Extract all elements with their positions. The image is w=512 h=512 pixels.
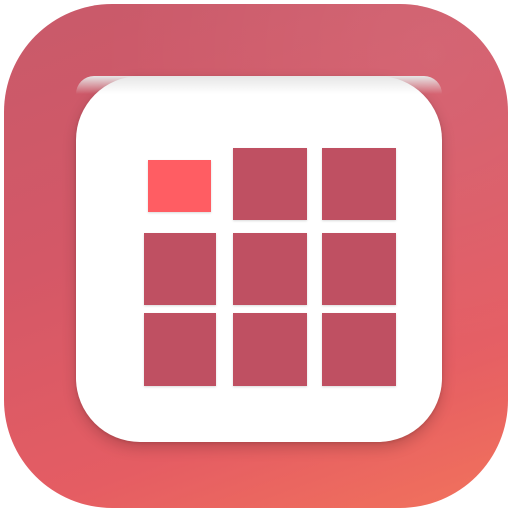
- app-icon[interactable]: [4, 4, 508, 508]
- grid-tile: [144, 313, 216, 386]
- puzzle-grid-card: [76, 76, 442, 442]
- grid-tile: [233, 233, 307, 305]
- grid-tile-active: [148, 160, 211, 212]
- grid-tile: [233, 148, 307, 220]
- grid-tile: [322, 148, 396, 220]
- grid-tile: [322, 313, 396, 386]
- grid-tile: [233, 313, 307, 386]
- icon-canvas: [0, 0, 512, 512]
- card-top-shade: [76, 76, 442, 94]
- grid-tile: [322, 233, 396, 305]
- grid-tile: [144, 233, 216, 305]
